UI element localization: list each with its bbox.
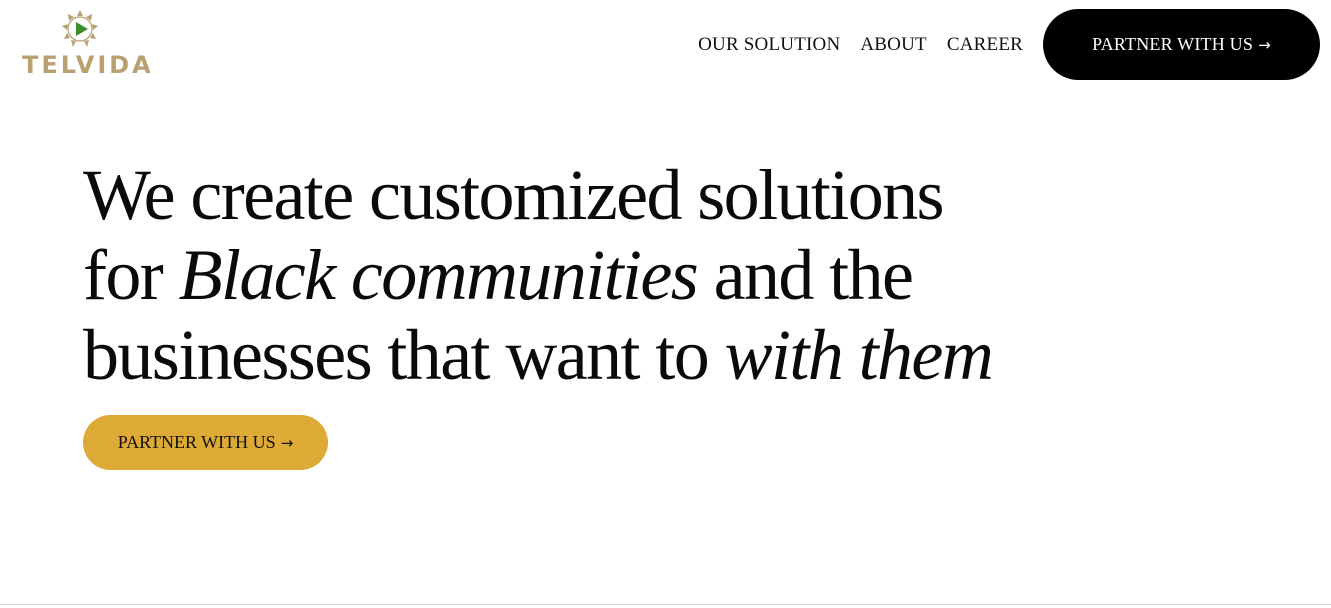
- hero-partner-button-label: PARTNER WITH US: [117, 432, 276, 452]
- hero-emphasis-black-communities: Black communities: [178, 235, 699, 315]
- brand-wordmark: TELVIDA: [22, 51, 154, 79]
- arrow-right-icon: →: [1258, 35, 1271, 54]
- header-partner-button[interactable]: PARTNER WITH US →: [1043, 9, 1320, 80]
- telvida-star-play-icon: [62, 10, 98, 47]
- section-divider: [0, 604, 1331, 605]
- hero-line-2: for Black communities and the: [83, 235, 1083, 315]
- hero-headline: We create customized solutions for Black…: [83, 155, 1083, 395]
- arrow-right-icon: →: [280, 433, 294, 452]
- nav-link-about[interactable]: ABOUT: [860, 34, 926, 56]
- nav-link-our-solution[interactable]: OUR SOLUTION: [698, 34, 840, 56]
- hero-line-3: businesses that want to with them: [83, 315, 1083, 395]
- hero-line-2-suffix: and the: [697, 235, 914, 315]
- hero-line-1: We create customized solutions: [83, 155, 945, 235]
- nav-link-career[interactable]: CAREER: [947, 34, 1023, 56]
- hero-partner-button[interactable]: PARTNER WITH US →: [83, 415, 328, 470]
- hero-line-2-prefix: for: [83, 235, 179, 315]
- hero-line-3-prefix: businesses that want to: [83, 315, 725, 395]
- header-partner-button-label: PARTNER WITH US: [1092, 34, 1254, 54]
- main-nav: OUR SOLUTION ABOUT CAREER PARTNER WITH U…: [698, 9, 1320, 80]
- hero-emphasis-with-them: with them: [724, 315, 994, 395]
- home-logo-link[interactable]: TELVIDA: [22, 8, 154, 80]
